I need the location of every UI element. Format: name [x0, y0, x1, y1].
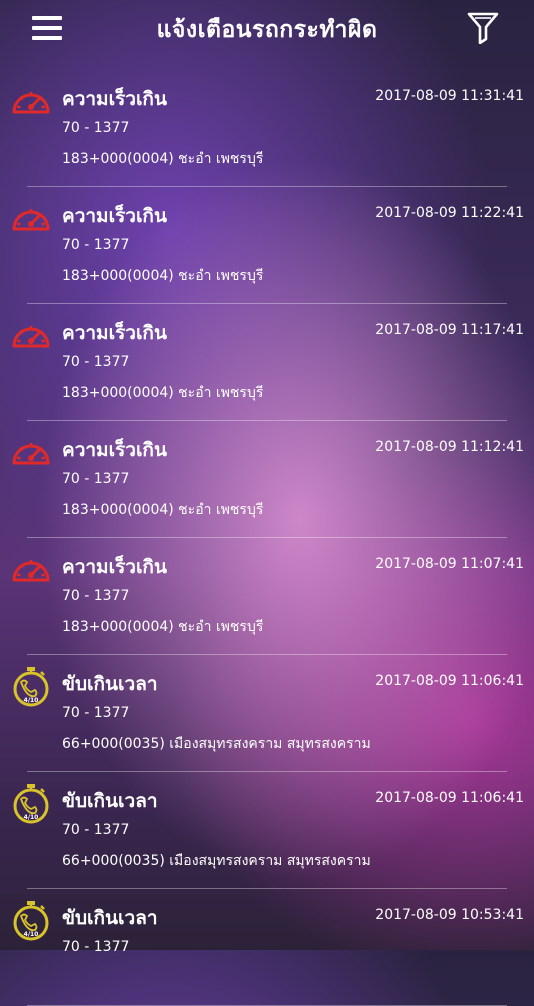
- vehicle-plate: 70 - 1377: [62, 120, 130, 136]
- alert-datetime: 2017-08-09 11:17:41: [375, 322, 524, 338]
- vehicle-plate: 70 - 1377: [62, 939, 130, 955]
- svg-text:4/10: 4/10: [24, 697, 39, 704]
- vehicle-plate: 70 - 1377: [62, 471, 130, 487]
- vehicle-plate: 70 - 1377: [62, 588, 130, 604]
- alert-datetime: 2017-08-09 11:31:41: [375, 88, 524, 104]
- header-bar: แจ้งเตือนรถกระทำผิด: [0, 0, 534, 56]
- alert-list-item[interactable]: ความเร็วเกิน 2017-08-09 11:17:41 70 - 1377…: [0, 304, 534, 421]
- violation-type: ขับเกินเวลา: [62, 790, 158, 812]
- violation-type: ขับเกินเวลา: [62, 907, 158, 929]
- svg-text:4/10: 4/10: [24, 814, 39, 821]
- vehicle-plate: 70 - 1377: [62, 705, 130, 721]
- alert-list-item[interactable]: ความเร็วเกิน 2017-08-09 11:07:41 70 - 1377…: [0, 538, 534, 655]
- svg-text:4/10: 4/10: [24, 931, 39, 938]
- driving-time-icon: 4/10: [10, 667, 52, 707]
- alert-list-item[interactable]: 4/10 ขับเกินเวลา 2017-08-09 11:06:41 70 - 1…: [0, 655, 534, 772]
- alert-datetime: 2017-08-09 11:06:41: [375, 673, 524, 689]
- alert-location: 183+000(0004) ชะอำ เพชรบุรี: [62, 268, 264, 284]
- violation-type: ขับเกินเวลา: [62, 673, 158, 695]
- speedometer-icon: [10, 82, 52, 122]
- alert-location: 183+000(0004) ชะอำ เพชรบุรี: [62, 151, 264, 167]
- alert-datetime: 2017-08-09 10:53:41: [375, 907, 524, 923]
- violation-type: ความเร็วเกิน: [62, 439, 167, 461]
- alert-list-item[interactable]: ความเร็วเกิน 2017-08-09 11:22:41 70 - 1377…: [0, 187, 534, 304]
- speedometer-icon: [10, 316, 52, 356]
- vehicle-plate: 70 - 1377: [62, 237, 130, 253]
- alert-datetime: 2017-08-09 11:06:41: [375, 790, 524, 806]
- alert-location: 183+000(0004) ชะอำ เพชรบุรี: [62, 619, 264, 635]
- filter-icon[interactable]: [466, 10, 500, 44]
- speedometer-icon: [10, 199, 52, 239]
- driving-time-icon: 4/10: [10, 901, 52, 941]
- alert-location: 183+000(0004) ชะอำ เพชรบุรี: [62, 385, 264, 401]
- vehicle-plate: 70 - 1377: [62, 354, 130, 370]
- violation-type: ความเร็วเกิน: [62, 322, 167, 344]
- violation-type: ความเร็วเกิน: [62, 556, 167, 578]
- violation-type: ความเร็วเกิน: [62, 205, 167, 227]
- alert-list-item[interactable]: ความเร็วเกิน 2017-08-09 11:31:41 70 - 1377…: [0, 70, 534, 187]
- alert-location: 66+000(0035) เมืองสมุทรสงคราม สมุทรสงครา…: [62, 736, 371, 752]
- vehicle-plate: 70 - 1377: [62, 822, 130, 838]
- alert-list-item[interactable]: 4/10 ขับเกินเวลา 2017-08-09 11:06:41 70 - 1…: [0, 772, 534, 889]
- alert-location: 66+000(0035) เมืองสมุทรสงคราม สมุทรสงครา…: [62, 853, 371, 869]
- violation-type: ความเร็วเกิน: [62, 88, 167, 110]
- alert-list-item[interactable]: ความเร็วเกิน 2017-08-09 11:12:41 70 - 1377…: [0, 421, 534, 538]
- alert-location: 183+000(0004) ชะอำ เพชรบุรี: [62, 502, 264, 518]
- alert-list-item[interactable]: 4/10 ขับเกินเวลา 2017-08-09 10:53:41 70 - 1…: [0, 889, 534, 1006]
- alert-datetime: 2017-08-09 11:12:41: [375, 439, 524, 455]
- page-title: แจ้งเตือนรถกระทำผิด: [156, 17, 378, 43]
- alert-list: ความเร็วเกิน 2017-08-09 11:31:41 70 - 1377…: [0, 70, 534, 1006]
- speedometer-icon: [10, 433, 52, 473]
- alert-datetime: 2017-08-09 11:22:41: [375, 205, 524, 221]
- speedometer-icon: [10, 550, 52, 590]
- driving-time-icon: 4/10: [10, 784, 52, 824]
- alert-datetime: 2017-08-09 11:07:41: [375, 556, 524, 572]
